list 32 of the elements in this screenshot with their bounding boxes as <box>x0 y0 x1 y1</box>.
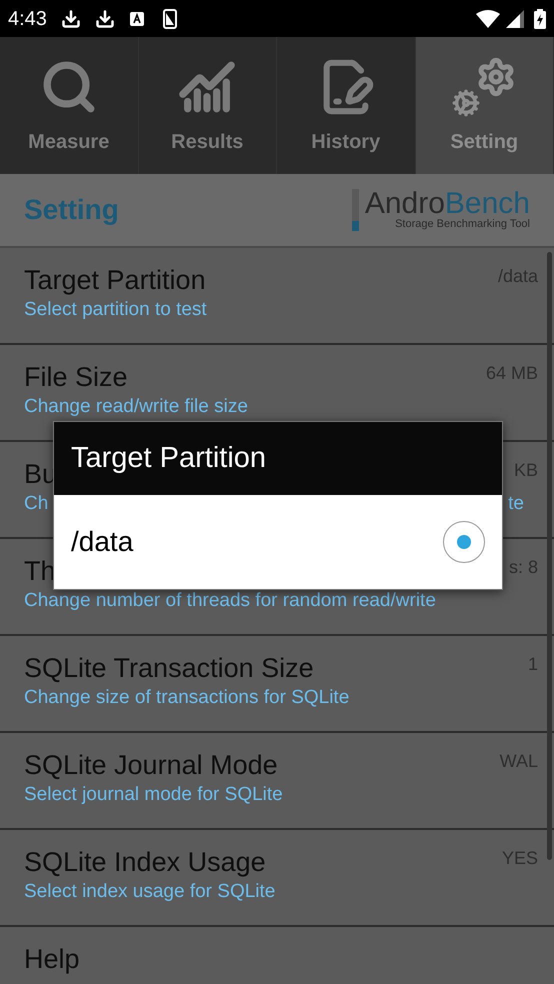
setting-description: Change number of threads for random read/write <box>24 590 437 612</box>
setting-description: Change read/write file size <box>24 396 249 418</box>
page-title: Setting <box>24 193 119 227</box>
setting-title: File Size <box>24 361 128 394</box>
dialog-option[interactable]: /data <box>54 495 502 589</box>
setting-row[interactable]: Help <box>0 927 554 984</box>
logo-text: AndroBench <box>364 189 530 219</box>
setting-description: Select index usage for SQLite <box>24 881 276 903</box>
setting-description: Change size of transactions for SQLite <box>24 687 350 709</box>
setting-description: te <box>508 493 524 515</box>
setting-description: Select partition to test <box>24 299 208 321</box>
setting-title: SQLite Transaction Size <box>24 652 314 685</box>
logo-bar-icon <box>352 189 359 231</box>
download-icon <box>60 8 81 28</box>
setting-title: Help <box>24 943 80 976</box>
status-time: 4:43 <box>8 6 47 32</box>
setting-description: Ch <box>24 493 48 515</box>
setting-title: SQLite Index Usage <box>24 846 266 879</box>
nav-tab[interactable]: Setting <box>416 37 554 174</box>
wifi-icon <box>476 10 500 28</box>
phone-icon <box>162 8 177 28</box>
setting-description: Select journal mode for SQLite <box>24 784 284 806</box>
logo-tagline: Storage Benchmarking Tool <box>395 219 530 230</box>
setting-title: Target Partition <box>24 264 206 297</box>
dialog-title: Target Partition <box>71 440 266 476</box>
download-icon <box>94 8 115 28</box>
signal-icon <box>506 10 524 28</box>
battery-charging-icon <box>534 8 546 28</box>
gears-icon <box>452 56 516 116</box>
radio-button[interactable] <box>443 521 485 563</box>
text-box-icon <box>128 10 145 26</box>
setting-title: SQLite Journal Mode <box>24 749 278 782</box>
